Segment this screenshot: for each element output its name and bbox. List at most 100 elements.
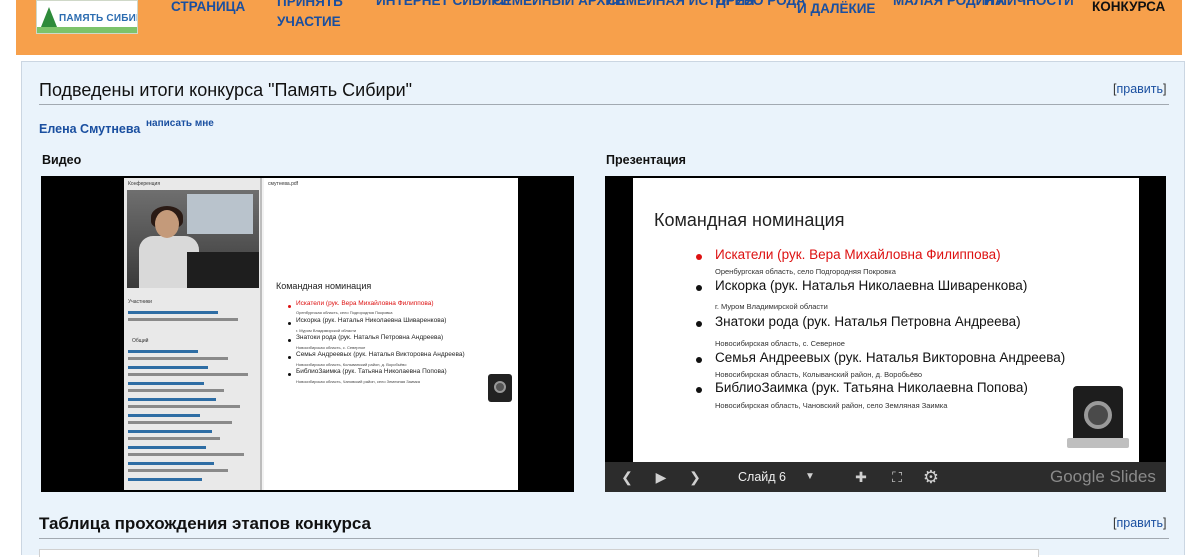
site-logo[interactable]: ПАМЯТЬ СИБИРИ	[36, 0, 138, 34]
chat-line	[128, 478, 202, 481]
mini-item: Семья Андреевых (рук. Наталья Викторовна…	[296, 351, 465, 358]
chat-line	[128, 382, 204, 385]
mini-item: Знатоки рода (рук. Наталья Петровна Андр…	[296, 334, 444, 341]
mini-item: Искатели (рук. Вера Михайловна Филиппова…	[296, 300, 434, 307]
google-slides-logo[interactable]: Google Slides	[1050, 462, 1156, 492]
nav-label-family-tree: ДРЕВО РОДА	[716, 0, 806, 8]
slide-item-sub: г. Муром Владимирской области	[715, 302, 828, 311]
previous-slide-icon[interactable]: ❮	[615, 462, 639, 492]
slide-bullet	[696, 321, 702, 327]
mini-bullet	[288, 339, 291, 342]
slide-item: Искорка (рук. Наталья Николаевна Шиварен…	[715, 278, 1028, 293]
mini-sub: г. Муром Владимирской области	[296, 328, 357, 333]
chat-line	[128, 398, 216, 401]
person-head	[155, 210, 179, 238]
slide-item: БиблиоЗаимка (рук. Татьяна Николаевна По…	[715, 380, 1028, 395]
slide-item-sub: Новосибирская область, Колыванский район…	[715, 370, 923, 379]
chat-line	[128, 366, 208, 369]
chat-label: Общий	[132, 338, 149, 344]
video-player[interactable]: Конференция Участники Общий смутнева.pdf…	[41, 176, 574, 492]
mini-item: Искорка (рук. Наталья Николаевна Шиварен…	[296, 317, 447, 324]
webcam-window	[187, 194, 253, 234]
chat-line	[128, 389, 224, 392]
slide-item-sub: Новосибирская область, с. Северное	[715, 339, 845, 348]
gear-icon[interactable]: ⚙	[919, 462, 943, 492]
nav-label-participate: ПРИНЯТЬ УЧАСТИЕ	[277, 0, 343, 29]
camera-base	[1067, 438, 1129, 448]
edit-section-table: [править]	[1113, 516, 1167, 530]
slide-item: Семья Андреевых (рук. Наталья Викторовна…	[715, 350, 1066, 365]
slide-bullet	[696, 254, 702, 260]
write-me-link[interactable]: написать мне	[146, 118, 214, 129]
page-title: Подведены итоги конкурса "Память Сибири"	[39, 80, 413, 100]
edit-link[interactable]: править	[1116, 516, 1163, 530]
slide-counter[interactable]: Слайд 6	[738, 462, 786, 492]
mini-slide-title: Командная номинация	[276, 281, 372, 291]
camera-lens	[1084, 401, 1112, 429]
fullscreen-icon[interactable]: ⛶	[885, 462, 909, 492]
webcam-desk	[187, 252, 259, 288]
next-slide-icon[interactable]: ❯	[683, 462, 707, 492]
shared-slide-panel: смутнева.pdf Командная номинация Искател…	[264, 178, 518, 490]
mini-bullet	[288, 322, 291, 325]
nav-label-far: И ДАЛЁКИЕ	[797, 1, 876, 16]
participants-label: Участники	[128, 299, 152, 305]
chat-line	[128, 430, 212, 433]
video-label: Видео	[42, 153, 82, 167]
chat-line	[128, 437, 220, 440]
chat-line	[128, 318, 238, 321]
mini-sub: Новосибирская область, Колыванский район…	[296, 362, 407, 367]
chat-line	[128, 405, 240, 408]
author-link[interactable]: Елена Смутнева	[39, 122, 140, 136]
slide-item: Знатоки рода (рук. Наталья Петровна Андр…	[715, 314, 1021, 329]
mini-bullet	[288, 356, 291, 359]
chat-line	[128, 421, 232, 424]
conference-panel: Конференция Участники Общий	[124, 178, 262, 490]
presentation-label: Презентация	[606, 153, 686, 167]
action-camera-icon	[488, 374, 512, 402]
slides-embed[interactable]: Командная номинация Искатели (рук. Вера …	[605, 176, 1166, 492]
slide-item-sub: Новосибирская область, Чановский район, …	[715, 401, 948, 410]
main-content: Подведены итоги конкурса "Память Сибири"…	[21, 61, 1185, 557]
chat-line	[128, 357, 228, 360]
tree-icon	[41, 7, 57, 27]
section-divider	[39, 538, 1169, 539]
slides-control-bar: ❮ ▶ ❯ Слайд 6 ▼ ✚ ⛶ ⚙ Google Slides	[605, 462, 1166, 492]
chat-line	[128, 311, 218, 314]
mini-bullet	[288, 305, 291, 308]
nav-label-personalities: И ЛИЧНОСТИ	[984, 0, 1074, 8]
video-frame: Конференция Участники Общий смутнева.pdf…	[124, 178, 518, 490]
mini-item: БиблиоЗаимка (рук. Татьяна Николаевна По…	[296, 368, 447, 375]
nav-label-internet: ИНТЕРНЕТ СИБИРИ	[376, 0, 511, 8]
nav-item-contest[interactable]: КОНКУРСА	[1092, 0, 1165, 17]
mini-sub: Новосибирская область, с. Северное	[296, 345, 366, 350]
edit-link[interactable]: править	[1116, 82, 1163, 96]
slide-bullet	[696, 285, 702, 291]
title-divider	[39, 104, 1169, 105]
chevron-down-icon[interactable]: ▼	[801, 462, 819, 492]
nav-item-page[interactable]: СТРАНИЦА	[171, 0, 245, 17]
slide-title: Командная номинация	[654, 210, 845, 230]
hill-decoration	[37, 27, 137, 33]
mini-sub: Оренбургская область, село Подгородняя П…	[296, 310, 393, 315]
top-navigation-bar: ПАМЯТЬ СИБИРИ СТРАНИЦА ПРИНЯТЬ УЧАСТИЕ И…	[16, 0, 1182, 55]
play-icon[interactable]: ▶	[649, 462, 673, 492]
slide-canvas: Командная номинация Искатели (рук. Вера …	[633, 178, 1139, 462]
logo-text: ПАМЯТЬ СИБИРИ	[59, 13, 137, 24]
camera-lens	[494, 381, 506, 393]
slide-item: Искатели (рук. Вера Михайловна Филиппова…	[715, 247, 1001, 262]
chat-line	[128, 373, 248, 376]
nav-label-family-archive: СЕМЕЙНЫЙ АРХИВ	[493, 0, 625, 8]
pointer-icon[interactable]: ✚	[849, 462, 873, 492]
slide-bullet	[696, 387, 702, 393]
chat-line	[128, 453, 244, 456]
action-camera-icon	[1067, 386, 1129, 448]
webcam-view	[127, 190, 259, 288]
mini-bullet	[288, 373, 291, 376]
edit-section-title: [править]	[1113, 82, 1167, 96]
chat-line	[128, 469, 228, 472]
chat-line	[128, 414, 200, 417]
mini-sub: Новосибирская область, Чановский район, …	[296, 379, 420, 384]
chat-line	[128, 350, 198, 353]
stages-table	[39, 549, 1039, 557]
